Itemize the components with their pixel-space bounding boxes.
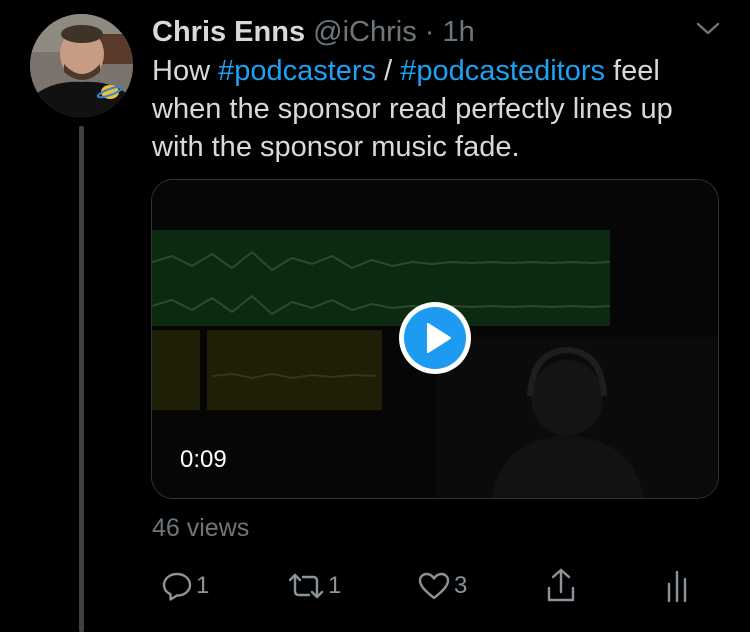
hashtag-podcasteditors[interactable]: #podcasteditors <box>400 55 605 87</box>
analytics-button[interactable] <box>662 566 692 606</box>
retweet-button[interactable]: 1 <box>286 566 341 606</box>
analytics-icon <box>662 566 692 606</box>
tweet-time[interactable]: 1h <box>443 16 475 48</box>
thread-line <box>79 126 84 632</box>
retweet-icon <box>286 569 326 603</box>
video-player[interactable]: 0:09 <box>151 179 719 499</box>
author-name[interactable]: Chris Enns <box>152 16 305 48</box>
reply-button[interactable]: 1 <box>160 566 209 606</box>
view-count: 46 views <box>152 514 250 542</box>
reply-count: 1 <box>196 572 210 599</box>
like-button[interactable]: 3 <box>416 566 467 606</box>
separator-dot: · <box>424 16 435 48</box>
video-duration: 0:09 <box>180 446 227 473</box>
share-icon <box>544 566 578 606</box>
play-icon[interactable] <box>397 300 473 376</box>
hashtag-podcasters[interactable]: #podcasters <box>218 55 376 87</box>
share-button[interactable] <box>544 566 578 606</box>
text-before: How <box>152 55 219 87</box>
tweet-text: How #podcasters / #podcasteditors feel w… <box>152 52 732 166</box>
retweet-count: 1 <box>328 572 342 599</box>
avatar[interactable] <box>30 14 133 117</box>
author-handle[interactable]: @iChris <box>313 16 417 48</box>
chevron-down-icon[interactable] <box>693 18 723 40</box>
like-count: 3 <box>454 572 468 599</box>
reply-icon <box>160 569 194 603</box>
tweet-header: Chris Enns @iChris · 1h <box>152 14 475 50</box>
text-middle: / <box>376 55 401 87</box>
avatar-image <box>30 14 133 117</box>
heart-icon <box>416 569 452 603</box>
